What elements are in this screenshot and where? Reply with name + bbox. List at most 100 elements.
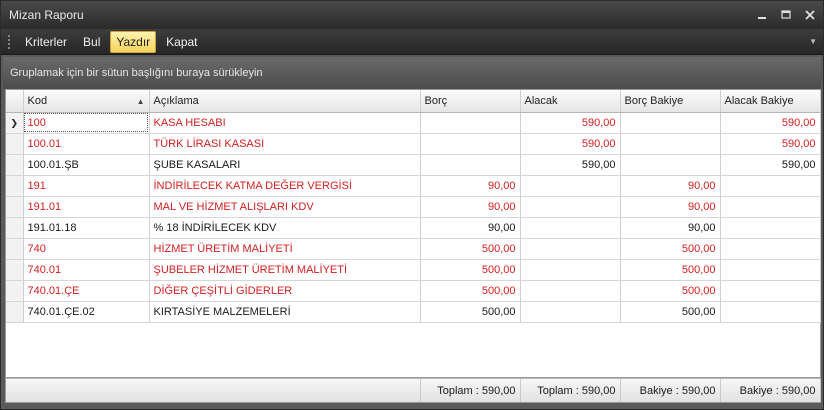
mizan-grid[interactable]: Kod ▲ Açıklama Borç Alacak Borç Bakiye Al…: [5, 89, 821, 378]
table-row[interactable]: 191 İNDİRİLECEK KATMA DEĞER VERGİSİ 90,00 9…: [6, 175, 821, 197]
table-row[interactable]: 740 HİZMET ÜRETİM MALİYETİ 500,00 500,00: [6, 238, 821, 260]
cell-alacak[interactable]: 590,00: [520, 112, 621, 134]
minimize-icon[interactable]: [751, 5, 773, 25]
row-indicator[interactable]: [6, 196, 24, 218]
toolbar: Kriterler Bul Yazdır Kapat ▼: [1, 29, 823, 55]
cell-borc-bakiye[interactable]: 500,00: [620, 301, 721, 323]
cell-alacak-bakiye[interactable]: [720, 217, 821, 239]
cell-borc[interactable]: 90,00: [420, 175, 521, 197]
cell-aciklama[interactable]: KASA HESABI: [149, 112, 421, 134]
cell-kod[interactable]: 191.01: [23, 196, 150, 218]
cell-aciklama[interactable]: ŞUBELER HİZMET ÜRETİM MALİYETİ: [149, 259, 421, 281]
cell-borc[interactable]: 500,00: [420, 280, 521, 302]
maximize-icon[interactable]: [775, 5, 797, 25]
cell-alacak-bakiye[interactable]: 590,00: [720, 154, 821, 176]
bul-button[interactable]: Bul: [77, 31, 106, 53]
cell-borc[interactable]: [420, 154, 521, 176]
table-row[interactable]: 100.01 TÜRK LİRASI KASASI 590,00 590,00: [6, 133, 821, 155]
cell-borc[interactable]: [420, 133, 521, 155]
cell-borc-bakiye[interactable]: [620, 133, 721, 155]
cell-borc-bakiye[interactable]: 90,00: [620, 196, 721, 218]
cell-aciklama[interactable]: MAL VE HİZMET ALIŞLARI KDV: [149, 196, 421, 218]
cell-kod[interactable]: 191: [23, 175, 150, 197]
table-row[interactable]: ❯ 100 KASA HESABI 590,00 590,00: [6, 112, 821, 134]
sort-ascending-icon: ▲: [136, 96, 145, 106]
column-header-borc-bakiye[interactable]: Borç Bakiye: [620, 90, 721, 113]
cell-aciklama[interactable]: TÜRK LİRASI KASASI: [149, 133, 421, 155]
yazdir-button[interactable]: Yazdır: [110, 30, 157, 53]
cell-borc[interactable]: 500,00: [420, 301, 521, 323]
cell-borc-bakiye[interactable]: 90,00: [620, 217, 721, 239]
cell-kod[interactable]: 100.01: [23, 133, 150, 155]
cell-borc-bakiye[interactable]: 500,00: [620, 280, 721, 302]
cell-kod[interactable]: 740.01: [23, 259, 150, 281]
kapat-button[interactable]: Kapat: [160, 31, 203, 53]
cell-aciklama[interactable]: DİĞER ÇEŞİTLİ GİDERLER: [149, 280, 421, 302]
kriterler-button[interactable]: Kriterler: [19, 31, 73, 53]
cell-alacak-bakiye[interactable]: [720, 280, 821, 302]
cell-aciklama[interactable]: ŞUBE KASALARI: [149, 154, 421, 176]
cell-alacak[interactable]: [520, 280, 621, 302]
cell-alacak[interactable]: [520, 196, 621, 218]
column-header-kod[interactable]: Kod ▲: [23, 90, 150, 113]
row-indicator[interactable]: ❯: [6, 112, 24, 134]
cell-aciklama[interactable]: İNDİRİLECEK KATMA DEĞER VERGİSİ: [149, 175, 421, 197]
cell-kod[interactable]: 740.01.ÇE: [23, 280, 150, 302]
close-icon[interactable]: [799, 5, 821, 25]
cell-kod[interactable]: 100.01.ŞB: [23, 154, 150, 176]
cell-borc[interactable]: 500,00: [420, 238, 521, 260]
row-indicator[interactable]: [6, 280, 24, 302]
current-row-icon: ❯: [10, 117, 19, 128]
cell-aciklama[interactable]: % 18 İNDİRİLECEK KDV: [149, 217, 421, 239]
row-indicator[interactable]: [6, 154, 24, 176]
cell-kod[interactable]: 740.01.ÇE.02: [23, 301, 150, 323]
toolbar-grip-icon[interactable]: [7, 33, 11, 50]
cell-borc-bakiye[interactable]: 500,00: [620, 259, 721, 281]
column-header-borc[interactable]: Borç: [420, 90, 521, 113]
cell-aciklama[interactable]: HİZMET ÜRETİM MALİYETİ: [149, 238, 421, 260]
cell-alacak[interactable]: 590,00: [520, 154, 621, 176]
row-indicator[interactable]: [6, 133, 24, 155]
column-header-alacak[interactable]: Alacak: [520, 90, 621, 113]
cell-aciklama[interactable]: KIRTASİYE MALZEMELERİ: [149, 301, 421, 323]
table-row[interactable]: 191.01.18% 18 İNDİRİLECEK KDV 90,00 90,00: [6, 217, 821, 239]
column-header-alacak-bakiye[interactable]: Alacak Bakiye: [720, 90, 821, 113]
cell-alacak-bakiye[interactable]: [720, 196, 821, 218]
cell-kod[interactable]: 191.01.18: [23, 217, 150, 239]
cell-kod[interactable]: 100: [23, 112, 150, 134]
cell-alacak[interactable]: 590,00: [520, 133, 621, 155]
column-header-aciklama[interactable]: Açıklama: [149, 90, 421, 113]
cell-alacak[interactable]: [520, 259, 621, 281]
cell-borc-bakiye[interactable]: 500,00: [620, 238, 721, 260]
cell-alacak-bakiye[interactable]: [720, 175, 821, 197]
cell-alacak-bakiye[interactable]: [720, 301, 821, 323]
cell-borc[interactable]: 90,00: [420, 217, 521, 239]
cell-alacak-bakiye[interactable]: [720, 238, 821, 260]
cell-borc-bakiye[interactable]: 90,00: [620, 175, 721, 197]
cell-borc-bakiye[interactable]: [620, 112, 721, 134]
cell-alacak[interactable]: [520, 238, 621, 260]
table-row[interactable]: 100.01.ŞB ŞUBE KASALARI 590,00 590,00: [6, 154, 821, 176]
cell-alacak-bakiye[interactable]: 590,00: [720, 112, 821, 134]
row-indicator[interactable]: [6, 175, 24, 197]
table-row[interactable]: 740.01 ŞUBELER HİZMET ÜRETİM MALİYETİ 500,…: [6, 259, 821, 281]
cell-borc-bakiye[interactable]: [620, 154, 721, 176]
cell-alacak[interactable]: [520, 217, 621, 239]
cell-alacak-bakiye[interactable]: [720, 259, 821, 281]
toolbar-overflow-icon[interactable]: ▼: [809, 37, 817, 46]
cell-borc[interactable]: 500,00: [420, 259, 521, 281]
table-row[interactable]: 191.01 MAL VE HİZMET ALIŞLARI KDV 90,00 90,…: [6, 196, 821, 218]
table-row[interactable]: 740.01.ÇE DİĞER ÇEŞİTLİ GİDERLER 500,00 500…: [6, 280, 821, 302]
row-indicator[interactable]: [6, 259, 24, 281]
cell-kod[interactable]: 740: [23, 238, 150, 260]
row-indicator[interactable]: [6, 217, 24, 239]
row-indicator[interactable]: [6, 238, 24, 260]
group-panel[interactable]: Gruplamak için bir sütun başlığını buray…: [3, 57, 821, 89]
cell-alacak[interactable]: [520, 175, 621, 197]
table-row[interactable]: 740.01.ÇE.02 KIRTASİYE MALZEMELERİ 500,00 5…: [6, 301, 821, 323]
row-indicator[interactable]: [6, 301, 24, 323]
cell-alacak-bakiye[interactable]: 590,00: [720, 133, 821, 155]
cell-borc[interactable]: [420, 112, 521, 134]
cell-alacak[interactable]: [520, 301, 621, 323]
cell-borc[interactable]: 90,00: [420, 196, 521, 218]
